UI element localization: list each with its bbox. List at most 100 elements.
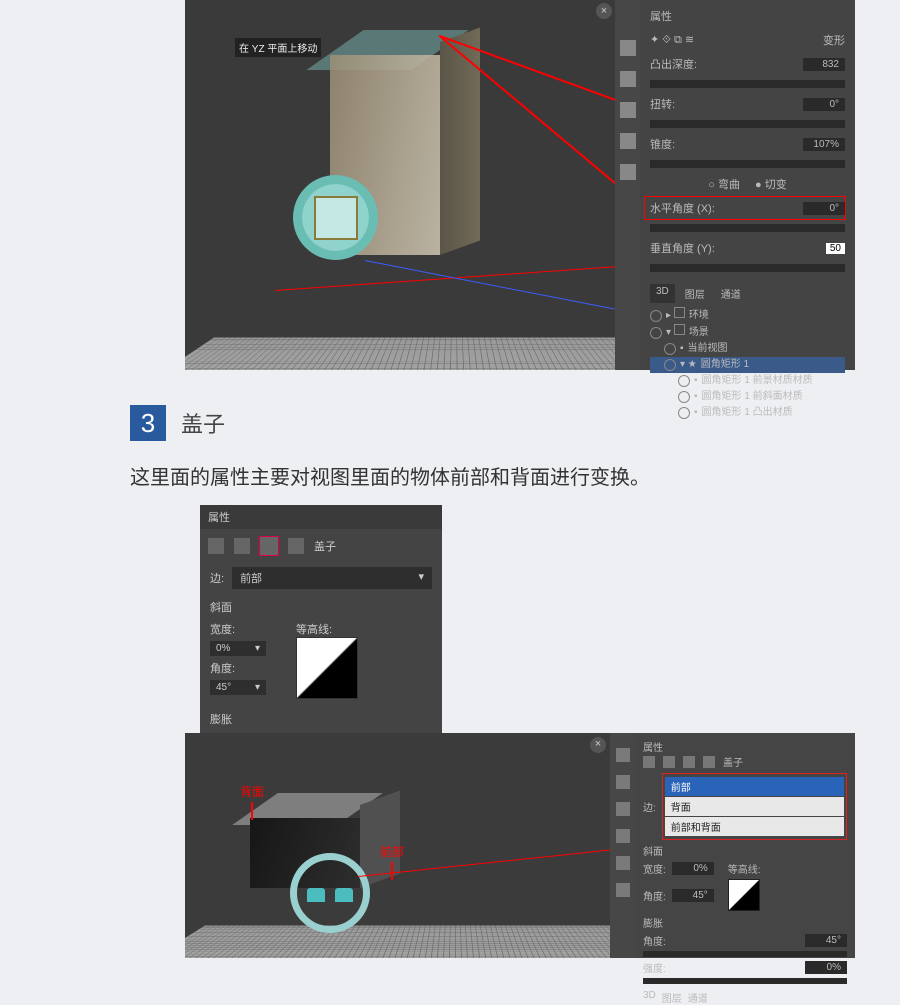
close-icon[interactable]: × [590,737,606,753]
bend-label: 弯曲 [718,179,740,191]
mesh-icon[interactable] [643,756,655,768]
angle-label: 角度: [643,888,666,903]
tree-curview[interactable]: 当前视图 [688,341,728,357]
visibility-icon[interactable] [678,391,690,403]
taper-value[interactable]: 107% [803,138,845,151]
contour-label: 等高线: [296,621,358,637]
cap-icon[interactable] [683,756,695,768]
twist-value[interactable]: 0° [803,98,845,111]
visibility-icon[interactable] [664,359,676,371]
screenshot-3d-deform: 在 YZ 平面上移动 × 属性 ✦ ⟐ ⧉ ≋变形 凸出深度:832 扭转:0°… [185,0,855,370]
width-value[interactable]: 0% [672,862,714,875]
tool-icon[interactable] [616,802,630,816]
contour-label: 等高线: [728,861,761,876]
side-dropdown[interactable]: 前部 ▾ [232,567,432,589]
inf-str-value[interactable]: 0% [805,961,847,974]
visibility-icon[interactable] [678,407,690,419]
width-label: 宽度: [210,621,266,637]
vangle-label: 垂直角度 (Y): [650,240,715,256]
tab-channels[interactable]: 通道 [688,990,708,1005]
tool-icon[interactable] [616,829,630,843]
twist-slider[interactable] [650,120,845,128]
coord-icon[interactable] [288,538,304,554]
extrude-slider[interactable] [650,80,845,88]
bend-shear-radio[interactable]: ○ 弯曲● 切变 [650,176,845,192]
tool-icon[interactable] [616,856,630,870]
tree-mat[interactable]: 圆角矩形 1 凸出材质 [702,405,793,421]
side-value: 前部 [240,570,262,586]
width-label: 宽度: [643,861,666,876]
inflate-section: 膨胀 [200,705,442,733]
tool-icon[interactable] [620,133,636,149]
tab-layers[interactable]: 图层 [662,990,682,1005]
deform-gizmo[interactable] [293,175,378,260]
inf-angle-slider[interactable] [643,951,847,957]
3d-viewport[interactable]: 在 YZ 平面上移动 × [185,0,615,370]
dd-option-back[interactable]: 背面 [665,797,844,816]
contour-thumbnail[interactable] [728,879,760,911]
close-icon[interactable]: × [596,3,612,19]
mode-icons[interactable]: ✦ ⟐ ⧉ ≋ [650,33,694,47]
angle-value[interactable]: 45° [672,889,714,902]
coord-icon[interactable] [703,756,715,768]
visibility-icon[interactable] [650,310,662,322]
label-front: 前部 [380,843,404,880]
dd-option-front[interactable]: 前部 [665,777,844,796]
inf-angle-value[interactable]: 45° [805,934,847,947]
tab-3d[interactable]: 3D [650,284,675,303]
tool-icon[interactable] [620,164,636,180]
cap-gizmo[interactable] [290,853,370,933]
tab-channels[interactable]: 通道 [715,284,747,303]
extrude-value[interactable]: 832 [803,58,845,71]
chevron-down-icon: ▾ [418,570,424,586]
contour-thumbnail[interactable] [296,637,358,699]
vangle-slider[interactable] [650,264,845,272]
inf-str-slider[interactable] [643,978,847,984]
tool-icon[interactable] [616,748,630,762]
3d-viewport[interactable]: 背面 前部 × [185,733,610,958]
tree-mat[interactable]: 圆角矩形 1 前斜面材质 [702,389,803,405]
screenshot-cap-sides: 背面 前部 × 属性 盖子 边: 前部 背面 前部和背面 斜面 宽度: 0% 等高线… [185,733,855,958]
section-title: 盖子 [181,407,225,439]
taper-label: 锥度: [650,136,675,152]
deform-icon[interactable] [663,756,675,768]
tool-icon[interactable] [620,71,636,87]
bevel-title: 斜面 [643,843,847,858]
tab-3d[interactable]: 3D [643,990,656,1005]
tool-icon[interactable] [620,40,636,56]
tool-icon[interactable] [616,775,630,789]
taper-slider[interactable] [650,160,845,168]
width-value: 0% [216,643,230,654]
tab-layers[interactable]: 图层 [679,284,711,303]
deform-icon[interactable] [234,538,250,554]
inf-angle-label: 角度: [643,933,666,948]
visibility-icon[interactable] [650,327,662,339]
hangle-slider[interactable] [650,224,845,232]
visibility-icon[interactable] [664,343,676,355]
vangle-input[interactable]: 50 [826,243,845,254]
tree-mat[interactable]: 圆角矩形 1 前景材质材质 [702,373,813,389]
cap-label: 盖子 [723,754,743,769]
shear-label: 切变 [765,179,787,191]
tool-icon[interactable] [616,883,630,897]
panel-title: 属性 [643,739,847,754]
panel-tabs: 3D 图层通道 [643,990,847,1005]
extrude-label: 凸出深度: [650,56,697,72]
angle-label: 角度: [210,660,266,676]
visibility-icon[interactable] [678,375,690,387]
tree-shape[interactable]: 圆角矩形 1 [701,357,749,373]
section-paragraph: 这里面的属性主要对视图里面的物体前部和背面进行变换。 [130,461,900,490]
ground-grid [185,925,610,958]
twist-label: 扭转: [650,96,675,112]
side-label: 边: [643,799,656,814]
panel-tabs: 3D 图层 通道 [650,284,845,303]
side-dropdown-open[interactable]: 前部 背面 前部和背面 [662,773,847,840]
tree-scene[interactable]: 场景 [689,325,709,341]
mesh-icon[interactable] [208,538,224,554]
tree-env[interactable]: 环境 [689,308,709,324]
dd-option-both[interactable]: 前部和背面 [665,817,844,836]
width-dropdown[interactable]: 0%▾ [210,641,266,656]
cap-icon[interactable] [260,537,278,555]
tool-icon[interactable] [620,102,636,118]
angle-dropdown[interactable]: 45°▾ [210,680,266,695]
